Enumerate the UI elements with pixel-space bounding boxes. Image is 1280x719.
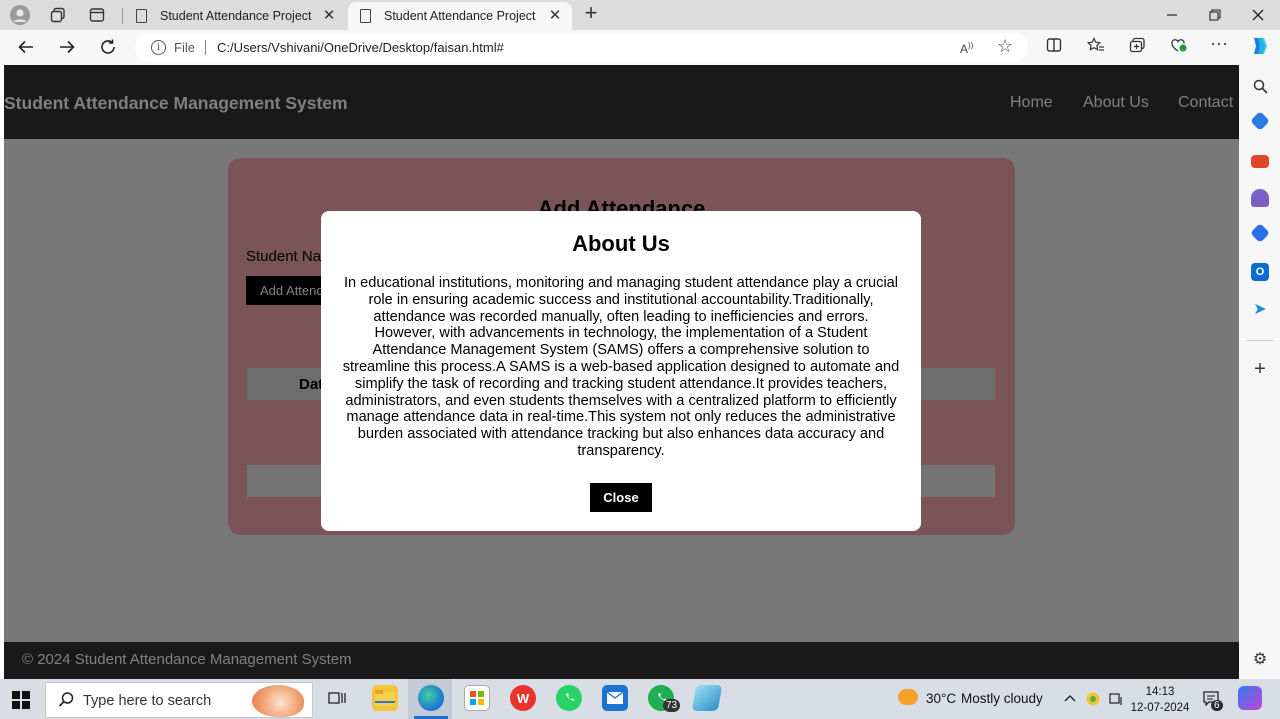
favorite-star-icon[interactable]: ☆ bbox=[997, 36, 1013, 57]
microsoft-store-icon[interactable] bbox=[464, 685, 490, 711]
file-explorer-icon[interactable] bbox=[372, 685, 398, 711]
whatsapp-badge: 73 bbox=[663, 699, 681, 712]
windows-taskbar: Type here to search W 73 30°C Mostly clo… bbox=[0, 679, 1280, 719]
start-button-icon[interactable] bbox=[12, 691, 30, 709]
close-tab-icon[interactable]: ✕ bbox=[546, 6, 564, 24]
split-screen-icon[interactable] bbox=[1043, 37, 1065, 58]
copilot-icon[interactable] bbox=[1248, 35, 1270, 62]
tray-app-icon[interactable] bbox=[1086, 692, 1100, 709]
weather-cloud-icon bbox=[898, 689, 918, 705]
weather-temperature: 30°C bbox=[926, 691, 957, 706]
address-url[interactable]: C:/Users/Vshivani/OneDrive/Desktop/faisa… bbox=[217, 40, 504, 55]
network-icon[interactable] bbox=[1108, 691, 1124, 710]
shopping-tag-icon[interactable] bbox=[1250, 111, 1270, 131]
outlook-icon[interactable]: O bbox=[1251, 263, 1269, 281]
edge-browser-icon[interactable] bbox=[418, 685, 444, 711]
search-placeholder: Type here to search bbox=[83, 693, 212, 709]
games-icon[interactable] bbox=[1251, 189, 1269, 207]
wps-office-icon[interactable]: W bbox=[510, 685, 536, 711]
close-modal-button[interactable]: Close bbox=[590, 483, 652, 512]
close-tab-icon[interactable]: ✕ bbox=[320, 6, 338, 24]
address-scheme: File bbox=[174, 40, 195, 55]
whatsapp-icon[interactable] bbox=[556, 685, 582, 711]
sidebar-divider bbox=[1247, 340, 1273, 341]
task-view-icon[interactable] bbox=[324, 685, 350, 711]
tab-student-attendance-1[interactable]: Student Attendance Project ✕ bbox=[124, 2, 346, 30]
edge-sidebar: O ➤ + ⚙ bbox=[1239, 65, 1280, 679]
collections-icon[interactable] bbox=[1126, 37, 1148, 58]
new-tab-button[interactable]: + bbox=[581, 0, 601, 25]
notification-count-badge: 6 bbox=[1211, 700, 1223, 711]
page-icon bbox=[360, 9, 371, 23]
tab-actions-icon[interactable] bbox=[87, 5, 107, 25]
taskbar-search-box[interactable]: Type here to search bbox=[45, 682, 313, 718]
add-sidebar-app-icon[interactable]: + bbox=[1251, 358, 1269, 380]
search-icon bbox=[58, 691, 75, 713]
tab-student-attendance-2[interactable]: Student Attendance Project ✕ bbox=[348, 2, 572, 30]
modal-title: About Us bbox=[572, 231, 670, 256]
address-bar[interactable]: i File C:/Users/Vshivani/OneDrive/Deskto… bbox=[135, 33, 1028, 62]
sidebar-settings-icon[interactable]: ⚙ bbox=[1251, 650, 1269, 668]
window-close-icon[interactable] bbox=[1248, 5, 1268, 25]
page-viewport: Student Attendance Management System Hom… bbox=[4, 65, 1239, 679]
modal-body-text: In educational institutions, monitoring … bbox=[342, 275, 900, 459]
back-icon[interactable] bbox=[15, 36, 37, 58]
notepad-icon[interactable] bbox=[691, 685, 723, 711]
microsoft-365-icon[interactable] bbox=[1250, 223, 1270, 243]
favorites-icon[interactable] bbox=[1085, 37, 1107, 58]
clock-time: 14:13 bbox=[1145, 686, 1175, 698]
tab-title: Student Attendance Project bbox=[384, 9, 536, 23]
restore-icon[interactable] bbox=[1205, 5, 1225, 25]
workspaces-icon[interactable] bbox=[48, 5, 68, 25]
weather-condition: Mostly cloudy bbox=[961, 691, 1043, 706]
tab-title: Student Attendance Project bbox=[160, 9, 312, 23]
seashell-highlight-icon bbox=[252, 685, 304, 717]
read-aloud-icon[interactable]: A)) bbox=[960, 41, 973, 56]
more-options-icon[interactable]: ··· bbox=[1208, 33, 1230, 54]
about-us-modal: About Us In educational institutions, mo… bbox=[321, 211, 921, 531]
profile-icon[interactable] bbox=[10, 5, 30, 25]
browser-tab-bar: Student Attendance Project ✕ Student Att… bbox=[0, 0, 1280, 30]
clock-date: 12-07-2024 bbox=[1130, 702, 1190, 714]
address-toolbar: i File C:/Users/Vshivani/OneDrive/Deskto… bbox=[0, 30, 1280, 65]
forward-icon[interactable] bbox=[56, 36, 78, 58]
browser-essentials-icon[interactable] bbox=[1168, 37, 1190, 58]
copilot-taskbar-icon[interactable] bbox=[1238, 686, 1262, 710]
site-info-icon[interactable]: i bbox=[151, 40, 166, 55]
search-icon[interactable] bbox=[1251, 77, 1269, 95]
minimize-icon[interactable] bbox=[1162, 5, 1182, 25]
tab-divider bbox=[122, 8, 123, 24]
refresh-icon[interactable] bbox=[97, 36, 119, 58]
telegram-send-icon[interactable]: ➤ bbox=[1251, 300, 1269, 318]
tools-briefcase-icon[interactable] bbox=[1251, 155, 1269, 168]
page-icon bbox=[136, 9, 147, 23]
system-clock[interactable]: 14:13 12-07-2024 bbox=[1128, 684, 1192, 716]
address-divider bbox=[205, 40, 206, 55]
show-hidden-icons-chevron-icon[interactable] bbox=[1064, 691, 1076, 706]
mail-icon[interactable] bbox=[602, 685, 628, 711]
